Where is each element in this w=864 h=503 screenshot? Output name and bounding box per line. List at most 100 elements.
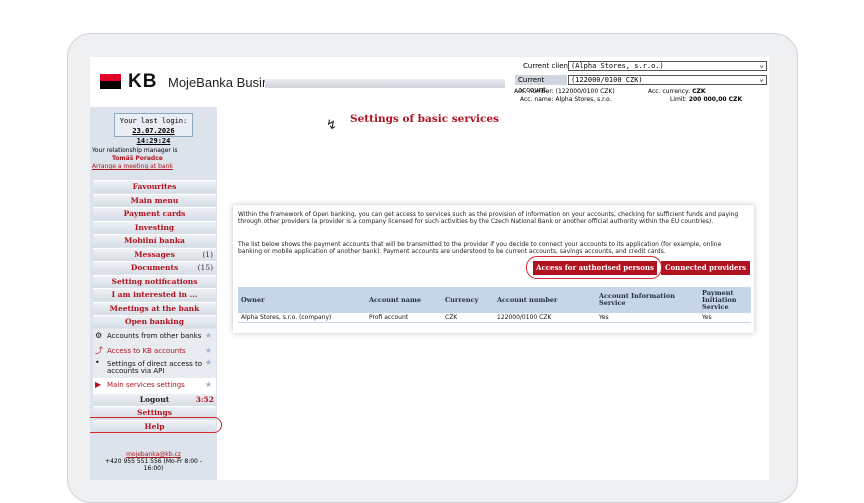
sidebar-menu: Favourites Main menu Payment cards Inves…: [93, 180, 216, 433]
current-client-label: Current client: [523, 62, 571, 70]
sidebar-item-label: Settings of direct access to accounts vi…: [107, 359, 202, 375]
sidebar-item-label: Investing: [134, 222, 175, 232]
arrange-meeting-link[interactable]: Arrange a meeting at bank: [92, 163, 173, 170]
sidebar-item-accounts-other-banks[interactable]: ⚙ Accounts from other banks ★: [93, 328, 216, 344]
sidebar-item-label: Main services settings: [107, 380, 185, 389]
play-icon: ▶: [95, 379, 102, 389]
key-icon: ⤴: [95, 345, 103, 355]
sidebar-item-favourites[interactable]: Favourites: [93, 180, 216, 193]
current-account-value: (122000/0100 CZK): [571, 76, 643, 84]
documents-count-badge: (15): [197, 263, 213, 272]
open-banking-card: Within the framework of Open banking, yo…: [233, 205, 754, 333]
acc-limit-label: Limit:: [670, 96, 687, 103]
table-cell: 122000/0100 CZK: [494, 313, 596, 323]
rm-label: Your relationship manager is: [92, 147, 178, 154]
column-header: Account number: [494, 287, 596, 313]
messages-count-badge: (1): [202, 249, 213, 259]
accounts-paragraph: The list below shows the payment account…: [238, 241, 722, 255]
table-cell: Yes: [596, 313, 699, 323]
rm-name: Tomáš Poradce: [112, 155, 163, 162]
app-screen: KB MojeBanka Business Current client (Al…: [90, 57, 769, 480]
sidebar-item-messages[interactable]: Messages (1): [93, 247, 216, 261]
acc-currency: Acc. currency: CZK: [648, 88, 705, 95]
bank-icon: ⚙: [95, 330, 103, 340]
table-header-row: Owner Account name Currency Account numb…: [238, 287, 751, 313]
sidebar-item-interested-in[interactable]: I am interested in ...: [93, 288, 216, 301]
acc-currency-label: Acc. currency:: [648, 88, 691, 95]
sidebar-item-direct-access-api[interactable]: • Settings of direct access to accounts …: [93, 357, 216, 378]
sidebar-item-meetings[interactable]: Meetings at the bank: [93, 301, 216, 315]
logout-button[interactable]: Logout 3:52: [93, 392, 216, 406]
relationship-manager: Your relationship manager is Tomáš Porad…: [92, 147, 216, 171]
sidebar-footer: mojebanka@kb.cz +420 955 551 556 (Mo-Fr …: [96, 451, 211, 472]
last-login-date: 23.07.2026 14:29:24: [132, 127, 175, 145]
key-icon: ↯: [326, 118, 337, 133]
last-login-box: Your last login: 23.07.2026 14:29:24: [114, 113, 193, 145]
current-client-value: (Alpha Stores, s.r.o.): [571, 62, 664, 70]
sidebar-item-open-banking[interactable]: Open banking: [93, 315, 216, 328]
logout-label: Logout: [139, 394, 170, 404]
sidebar-item-label: Payment cards: [123, 209, 186, 218]
header-decoration: [265, 79, 505, 88]
table-cell: Yes: [699, 313, 751, 323]
sidebar-item-label: Meetings at the bank: [109, 303, 200, 313]
column-header: Payment Initiation Service: [699, 287, 751, 313]
acc-limit: Limit: 200 000,00 CZK: [670, 96, 742, 103]
acc-limit-value: 200 000,00 CZK: [688, 96, 743, 103]
star-icon[interactable]: ★: [205, 329, 212, 343]
sidebar-item-label: Accounts from other banks: [107, 331, 202, 340]
table-cell: Profi account: [366, 313, 442, 323]
table-cell: Alpha Stores, s.r.o. (company): [238, 313, 366, 323]
column-header: Owner: [238, 287, 366, 313]
star-icon[interactable]: ★: [205, 344, 212, 358]
highlight-oval: [90, 417, 222, 433]
brand-logo: KB: [128, 71, 158, 92]
highlight-oval: [526, 256, 662, 279]
current-client-select[interactable]: (Alpha Stores, s.r.o.) ⌄: [568, 61, 767, 71]
bullet-icon: •: [95, 357, 100, 367]
column-header: Currency: [442, 287, 494, 313]
sidebar-item-access-kb-accounts[interactable]: ⤴ Access to KB accounts ★: [93, 343, 216, 359]
sidebar-item-label: Main menu: [130, 195, 179, 205]
acc-name: Acc. name: Alpha Stores, s.r.o.: [520, 96, 612, 103]
sidebar-item-label: Mobilní banka: [124, 236, 185, 245]
sidebar-item-label: Settings: [137, 408, 172, 417]
chevron-down-icon: ⌄: [759, 74, 764, 83]
sidebar-item-label: Favourites: [132, 182, 177, 191]
column-header: Account Information Service: [596, 287, 699, 313]
sidebar-item-main-menu[interactable]: Main menu: [93, 193, 216, 207]
sidebar-item-label: Messages: [134, 249, 175, 259]
support-email-link[interactable]: mojebanka@kb.cz: [126, 451, 181, 458]
sidebar: Your last login: 23.07.2026 14:29:24 You…: [90, 107, 222, 480]
sidebar-item-label: Documents: [130, 263, 179, 272]
connected-providers-button[interactable]: Connected providers: [661, 261, 750, 275]
column-header: Account name: [366, 287, 442, 313]
sidebar-item-label: I am interested in ...: [111, 290, 198, 299]
header: KB MojeBanka Business Current client (Al…: [90, 57, 769, 107]
sidebar-item-documents[interactable]: Documents (15): [93, 261, 216, 274]
intro-paragraph: Within the framework of Open banking, yo…: [238, 211, 739, 225]
support-phone: +420 955 551 556 (Mo-Fr 8:00 - 16:00): [105, 458, 202, 472]
star-icon[interactable]: ★: [205, 378, 212, 392]
sidebar-item-main-services-settings[interactable]: ▶ Main services settings ★: [93, 377, 216, 393]
kb-logo-icon: [100, 74, 121, 89]
current-account-select[interactable]: (122000/0100 CZK) ⌄: [568, 75, 767, 85]
sidebar-item-investing[interactable]: Investing: [93, 220, 216, 234]
acc-number: Acc. number: (122000/0100 CZK): [514, 88, 615, 95]
last-login-label: Your last login:: [119, 117, 188, 125]
sidebar-item-label: Open banking: [125, 317, 184, 326]
table-cell: CZK: [442, 313, 494, 323]
star-icon[interactable]: ★: [205, 358, 212, 366]
sidebar-item-label: Access to KB accounts: [107, 346, 186, 355]
current-account-label: Current account: [515, 75, 567, 94]
sidebar-item-label: Setting notifications: [111, 276, 198, 286]
sidebar-item-payment-cards[interactable]: Payment cards: [93, 207, 216, 220]
chevron-down-icon: ⌄: [759, 60, 764, 69]
accounts-table: Owner Account name Currency Account numb…: [238, 287, 751, 323]
sidebar-item-mobilni-banka[interactable]: Mobilní banka: [93, 234, 216, 247]
sidebar-item-setting-notifications[interactable]: Setting notifications: [93, 274, 216, 288]
table-row[interactable]: Alpha Stores, s.r.o. (company) Profi acc…: [238, 313, 751, 323]
logout-timer: 3:52: [195, 394, 214, 404]
page-title: Settings of basic services: [350, 113, 499, 125]
acc-currency-value: CZK: [692, 88, 706, 95]
